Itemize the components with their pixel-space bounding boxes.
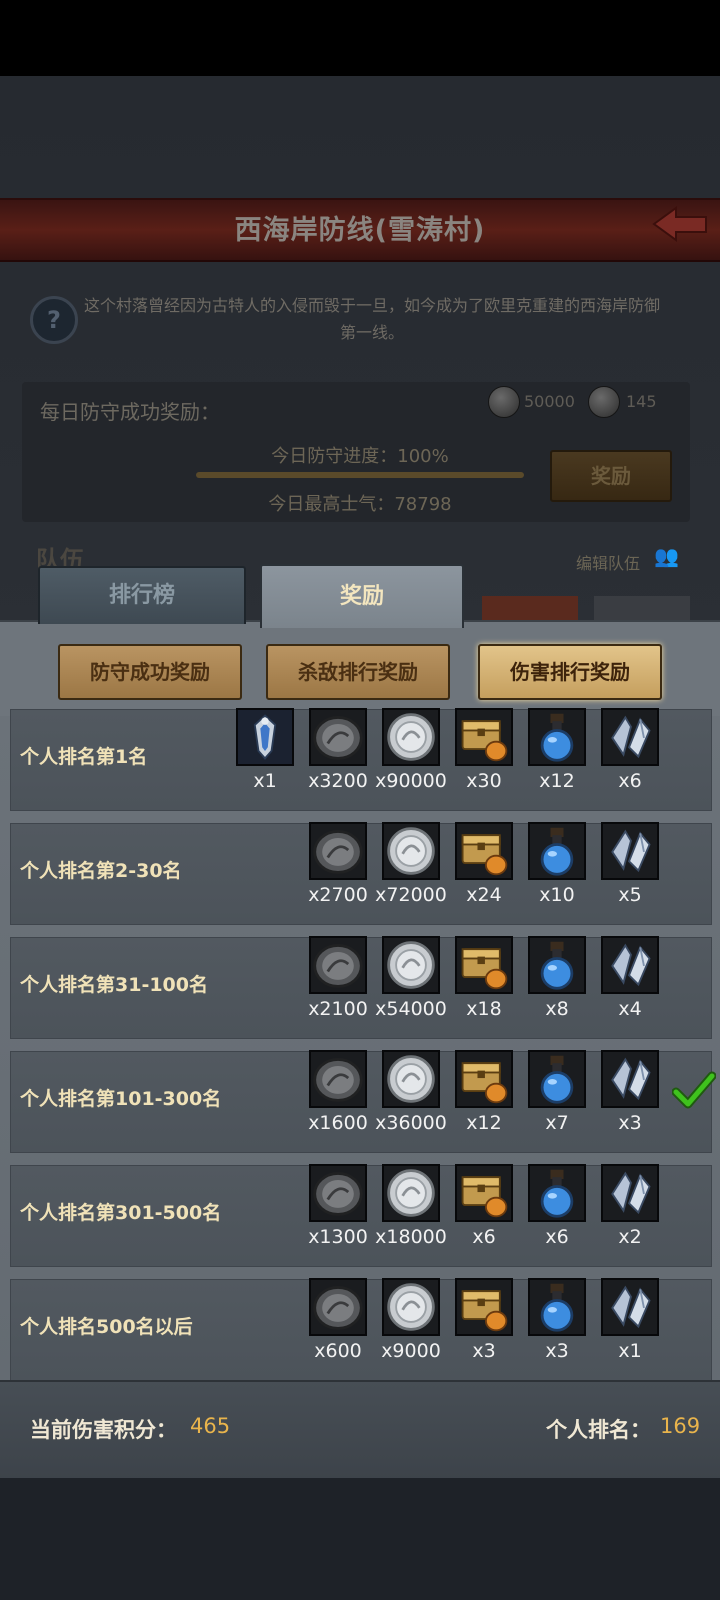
silver-coin-icon[interactable] xyxy=(382,936,440,994)
silver-coin-icon[interactable] xyxy=(382,1278,440,1336)
blue-potion-icon[interactable] xyxy=(528,936,586,994)
item-quantity: x1 xyxy=(253,770,277,792)
item-quantity: x18000 xyxy=(375,1226,447,1248)
item-quantity: x6 xyxy=(618,770,642,792)
item-quantity: x2100 xyxy=(308,998,368,1020)
dark-coin-icon[interactable] xyxy=(309,1164,367,1222)
daily-reward-button[interactable]: 奖励 xyxy=(550,450,672,502)
dark-coin-icon xyxy=(488,386,520,418)
crystal-shard-icon[interactable] xyxy=(601,1278,659,1336)
item-quantity: x3 xyxy=(618,1112,642,1134)
daily-reward-label: 每日防守成功奖励： xyxy=(40,400,220,424)
treasure-chest-icon[interactable] xyxy=(455,936,513,994)
blue-potion-icon[interactable] xyxy=(528,1164,586,1222)
item-quantity: x6 xyxy=(472,1226,496,1248)
item-quantity: x3 xyxy=(545,1340,569,1362)
treasure-chest-icon[interactable] xyxy=(455,1278,513,1336)
hero-thumbnail xyxy=(594,596,690,620)
dark-coin-icon xyxy=(588,386,620,418)
item-quantity: x2700 xyxy=(308,884,368,906)
rank-range-label: 个人排名第1名 xyxy=(20,746,148,768)
max-morale-text: 今日最高士气：78798 xyxy=(268,494,452,515)
crystal-shard-icon[interactable] xyxy=(601,708,659,766)
bottom-background xyxy=(0,1478,720,1600)
help-icon[interactable]: ? xyxy=(30,296,78,344)
item-quantity: x3 xyxy=(472,1340,496,1362)
personal-rank-value: 169 xyxy=(660,1414,701,1438)
item-quantity: x9000 xyxy=(381,1340,441,1362)
item-quantity: x600 xyxy=(314,1340,362,1362)
back-arrow-icon[interactable] xyxy=(650,204,710,244)
silver-coin-icon[interactable] xyxy=(382,1050,440,1108)
subtab-kill-ranking-rewards[interactable]: 杀敌排行奖励 xyxy=(266,644,450,700)
subtab-defense-success-rewards[interactable]: 防守成功奖励 xyxy=(58,644,242,700)
item-quantity: x7 xyxy=(545,1112,569,1134)
dark-coin-icon[interactable] xyxy=(309,822,367,880)
blue-potion-icon[interactable] xyxy=(528,708,586,766)
defense-progress-bar xyxy=(196,472,524,478)
treasure-chest-icon[interactable] xyxy=(455,1164,513,1222)
edit-team-icon[interactable]: 👥 xyxy=(654,544,679,568)
rank-range-label: 个人排名第2-30名 xyxy=(20,860,182,882)
damage-score-label: 当前伤害积分： xyxy=(30,1418,177,1442)
dark-coin-icon[interactable] xyxy=(309,708,367,766)
rank-range-label: 个人排名第31-100名 xyxy=(20,974,208,996)
blue-potion-icon[interactable] xyxy=(528,1278,586,1336)
daily-reward-token-amount: 145 xyxy=(626,392,657,411)
top-black-bar xyxy=(0,0,720,76)
page-title: 西海岸防线(雪涛村) xyxy=(234,215,486,246)
silver-coin-icon[interactable] xyxy=(382,1164,440,1222)
personal-rank-label: 个人排名： xyxy=(546,1418,651,1442)
crystal-shard-icon[interactable] xyxy=(601,1164,659,1222)
item-quantity: x2 xyxy=(618,1226,642,1248)
treasure-chest-icon[interactable] xyxy=(455,822,513,880)
subtab-damage-ranking-rewards[interactable]: 伤害排行奖励 xyxy=(478,644,662,700)
blue-potion-icon[interactable] xyxy=(528,822,586,880)
rank-range-label: 个人排名500名以后 xyxy=(20,1316,193,1338)
item-quantity: x18 xyxy=(466,998,502,1020)
item-quantity: x54000 xyxy=(375,998,447,1020)
dark-coin-icon[interactable] xyxy=(309,936,367,994)
item-quantity: x1300 xyxy=(308,1226,368,1248)
item-quantity: x24 xyxy=(466,884,502,906)
item-quantity: x5 xyxy=(618,884,642,906)
crystal-shard-icon[interactable] xyxy=(601,1050,659,1108)
treasure-chest-icon[interactable] xyxy=(455,708,513,766)
crystal-shard-icon[interactable] xyxy=(601,822,659,880)
item-quantity: x3200 xyxy=(308,770,368,792)
defense-progress-text: 今日防守进度：100% xyxy=(271,446,449,467)
item-quantity: x8 xyxy=(545,998,569,1020)
item-quantity: x12 xyxy=(539,770,575,792)
item-quantity: x12 xyxy=(466,1112,502,1134)
item-quantity: x36000 xyxy=(375,1112,447,1134)
item-quantity: x72000 xyxy=(375,884,447,906)
rank-range-label: 个人排名第101-300名 xyxy=(20,1088,222,1110)
crystal-shard-icon[interactable] xyxy=(601,936,659,994)
treasure-chest-icon[interactable] xyxy=(455,1050,513,1108)
item-quantity: x1600 xyxy=(308,1112,368,1134)
item-quantity: x6 xyxy=(545,1226,569,1248)
crest-icon[interactable] xyxy=(236,708,294,766)
tab-leaderboard[interactable]: 排行榜 xyxy=(38,566,246,624)
blue-potion-icon[interactable] xyxy=(528,1050,586,1108)
silver-coin-icon[interactable] xyxy=(382,822,440,880)
daily-reward-coin-amount: 50000 xyxy=(524,392,575,411)
item-quantity: x90000 xyxy=(375,770,447,792)
checkmark-icon xyxy=(672,1071,716,1109)
rank-range-label: 个人排名第301-500名 xyxy=(20,1202,222,1224)
map-description: 这个村落曾经因为古特人的入侵而毁于一旦，如今成为了欧里克重建的西海岸防御第一线。 xyxy=(83,296,660,342)
dark-coin-icon[interactable] xyxy=(309,1050,367,1108)
damage-score-value: 465 xyxy=(190,1414,231,1438)
item-quantity: x1 xyxy=(618,1340,642,1362)
item-quantity: x10 xyxy=(539,884,575,906)
edit-team-link[interactable]: 编辑队伍 xyxy=(576,550,640,574)
hero-thumbnail xyxy=(482,596,578,620)
item-quantity: x4 xyxy=(618,998,642,1020)
silver-coin-icon[interactable] xyxy=(382,708,440,766)
item-quantity: x30 xyxy=(466,770,502,792)
dark-coin-icon[interactable] xyxy=(309,1278,367,1336)
tab-rewards[interactable]: 奖励 xyxy=(260,564,464,628)
